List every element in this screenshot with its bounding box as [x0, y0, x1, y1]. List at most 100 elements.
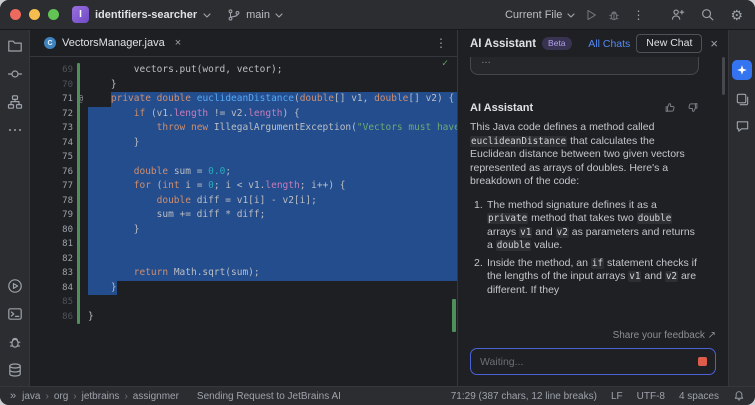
chat-input[interactable]: [470, 348, 716, 375]
run-button[interactable]: [584, 8, 598, 22]
code-text[interactable]: sum += diff * diff;: [88, 208, 457, 223]
code-text[interactable]: }: [88, 135, 457, 150]
breadcrumb-item[interactable]: assignmer: [133, 391, 179, 402]
layers-icon[interactable]: [735, 92, 750, 107]
code-text[interactable]: [88, 237, 457, 252]
code-text[interactable]: double diff = v1[i] - v2[i];: [88, 193, 457, 208]
breadcrumb-item[interactable]: jetbrains: [82, 391, 120, 402]
inspections-ok-icon[interactable]: ✓: [442, 58, 448, 69]
database-icon[interactable]: [7, 362, 23, 378]
scrollbar-change-marker[interactable]: [452, 299, 456, 332]
line-number[interactable]: 78: [30, 194, 73, 209]
code-line[interactable]: 73 throw new IllegalArgumentException("V…: [30, 121, 457, 136]
line-number[interactable]: 86: [30, 310, 73, 325]
minimize-window-button[interactable]: [29, 9, 40, 20]
code-text[interactable]: }: [88, 78, 457, 93]
code-text[interactable]: [88, 150, 457, 165]
line-number[interactable]: 80: [30, 223, 73, 238]
chat-scrollbar-thumb[interactable]: [722, 57, 725, 95]
code-text[interactable]: }: [88, 222, 457, 237]
code-line[interactable]: 85: [30, 295, 457, 310]
line-number[interactable]: 85: [30, 295, 73, 310]
code-line[interactable]: 84 }: [30, 280, 457, 296]
code-text[interactable]: if (v1.length != v2.length) {: [88, 106, 457, 121]
commit-icon[interactable]: [7, 66, 23, 82]
code-text[interactable]: [88, 251, 457, 266]
code-editor[interactable]: 69 vectors.put(word, vector); 70 } 71 @ pri…: [30, 57, 457, 386]
code-line[interactable]: 77 for (int i = 0; i < v1.length; i++) {: [30, 179, 457, 194]
code-line[interactable]: 71 @ private double euclideanDistance(dou…: [30, 92, 457, 107]
encoding-widget[interactable]: UTF-8: [637, 391, 665, 402]
code-text[interactable]: double sum = 0.0;: [88, 164, 457, 179]
code-text[interactable]: for (int i = 0; i < v1.length; i++) {: [88, 179, 457, 194]
line-number[interactable]: 70: [30, 78, 73, 93]
line-number[interactable]: 77: [30, 179, 73, 194]
code-text[interactable]: [88, 295, 457, 310]
code-text[interactable]: }: [88, 310, 457, 325]
previous-message-card[interactable]: …: [470, 57, 699, 75]
breadcrumb-item[interactable]: org: [54, 391, 68, 402]
ai-assistant-tool-icon[interactable]: [732, 60, 752, 80]
code-line[interactable]: 76 double sum = 0.0;: [30, 164, 457, 180]
debug-button[interactable]: [607, 8, 621, 22]
code-line[interactable]: 70 }: [30, 78, 457, 93]
code-line[interactable]: 78 double diff = v1[i] - v2[i];: [30, 193, 457, 209]
line-number[interactable]: 73: [30, 121, 73, 136]
code-text[interactable]: vectors.put(word, vector);: [88, 63, 457, 78]
close-window-button[interactable]: [10, 9, 21, 20]
code-line[interactable]: 81: [30, 237, 457, 252]
chat-scroll-area[interactable]: … AI Assistant This Java code defines a …: [458, 57, 728, 330]
vcs-change-marker[interactable]: [77, 63, 80, 324]
line-number[interactable]: 75: [30, 150, 73, 165]
thumbs-down-icon[interactable]: [686, 101, 699, 114]
zoom-window-button[interactable]: [48, 9, 59, 20]
settings-gear-icon[interactable]: ⚙: [730, 8, 743, 22]
search-icon[interactable]: [700, 7, 715, 22]
project-folder-icon[interactable]: [7, 38, 23, 54]
line-number[interactable]: 71: [30, 92, 73, 107]
debug-tool-window-icon[interactable]: [7, 334, 23, 350]
code-line[interactable]: 80 }: [30, 222, 457, 238]
new-chat-button[interactable]: New Chat: [636, 34, 703, 53]
line-number[interactable]: 74: [30, 136, 73, 151]
line-number[interactable]: 81: [30, 237, 73, 252]
structure-icon[interactable]: [7, 94, 23, 110]
line-number[interactable]: 69: [30, 63, 73, 78]
stop-generation-button[interactable]: [698, 357, 707, 366]
code-line[interactable]: 74 }: [30, 135, 457, 151]
code-line[interactable]: 86}: [30, 310, 457, 325]
all-chats-link[interactable]: All Chats: [588, 38, 630, 50]
code-line[interactable]: 72 if (v1.length != v2.length) {: [30, 106, 457, 122]
line-number[interactable]: 79: [30, 208, 73, 223]
run-tool-window-icon[interactable]: [7, 278, 23, 294]
code-line[interactable]: 75: [30, 150, 457, 165]
code-line[interactable]: 83 return Math.sqrt(sum);: [30, 266, 457, 281]
breadcrumb-item[interactable]: java: [22, 391, 40, 402]
line-number[interactable]: 84: [30, 281, 73, 296]
breadcrumb-expander-icon[interactable]: »: [10, 390, 16, 402]
code-text[interactable]: return Math.sqrt(sum);: [88, 266, 457, 281]
chat-bubble-icon[interactable]: [735, 119, 750, 134]
caret-position-widget[interactable]: 71:29 (387 chars, 12 line breaks): [451, 391, 597, 402]
code-with-me-icon[interactable]: [670, 7, 685, 22]
code-line[interactable]: 82: [30, 251, 457, 267]
line-number[interactable]: 72: [30, 107, 73, 122]
code-line[interactable]: 69 vectors.put(word, vector);: [30, 63, 457, 78]
line-number[interactable]: 83: [30, 266, 73, 281]
indent-widget[interactable]: 4 spaces: [679, 391, 719, 402]
tab-options-kebab-icon[interactable]: ⋮: [433, 37, 449, 49]
thumbs-up-icon[interactable]: [664, 101, 677, 114]
project-widget[interactable]: I identifiers-searcher: [72, 6, 211, 23]
terminal-icon[interactable]: [7, 306, 23, 322]
code-text[interactable]: private double euclideanDistance(double[…: [88, 92, 457, 107]
run-configuration-selector[interactable]: Current File: [505, 9, 576, 21]
line-number[interactable]: 76: [30, 165, 73, 180]
editor-tab[interactable]: C VectorsManager.java ×: [38, 30, 187, 56]
code-text[interactable]: throw new IllegalArgumentException("Vect…: [88, 121, 457, 136]
code-line[interactable]: 79 sum += diff * diff;: [30, 208, 457, 223]
code-text[interactable]: }: [88, 280, 457, 295]
notifications-bell-icon[interactable]: [733, 390, 745, 402]
line-number[interactable]: 82: [30, 252, 73, 267]
hide-panel-icon[interactable]: ×: [710, 37, 718, 50]
more-tool-windows-icon[interactable]: [7, 122, 23, 138]
